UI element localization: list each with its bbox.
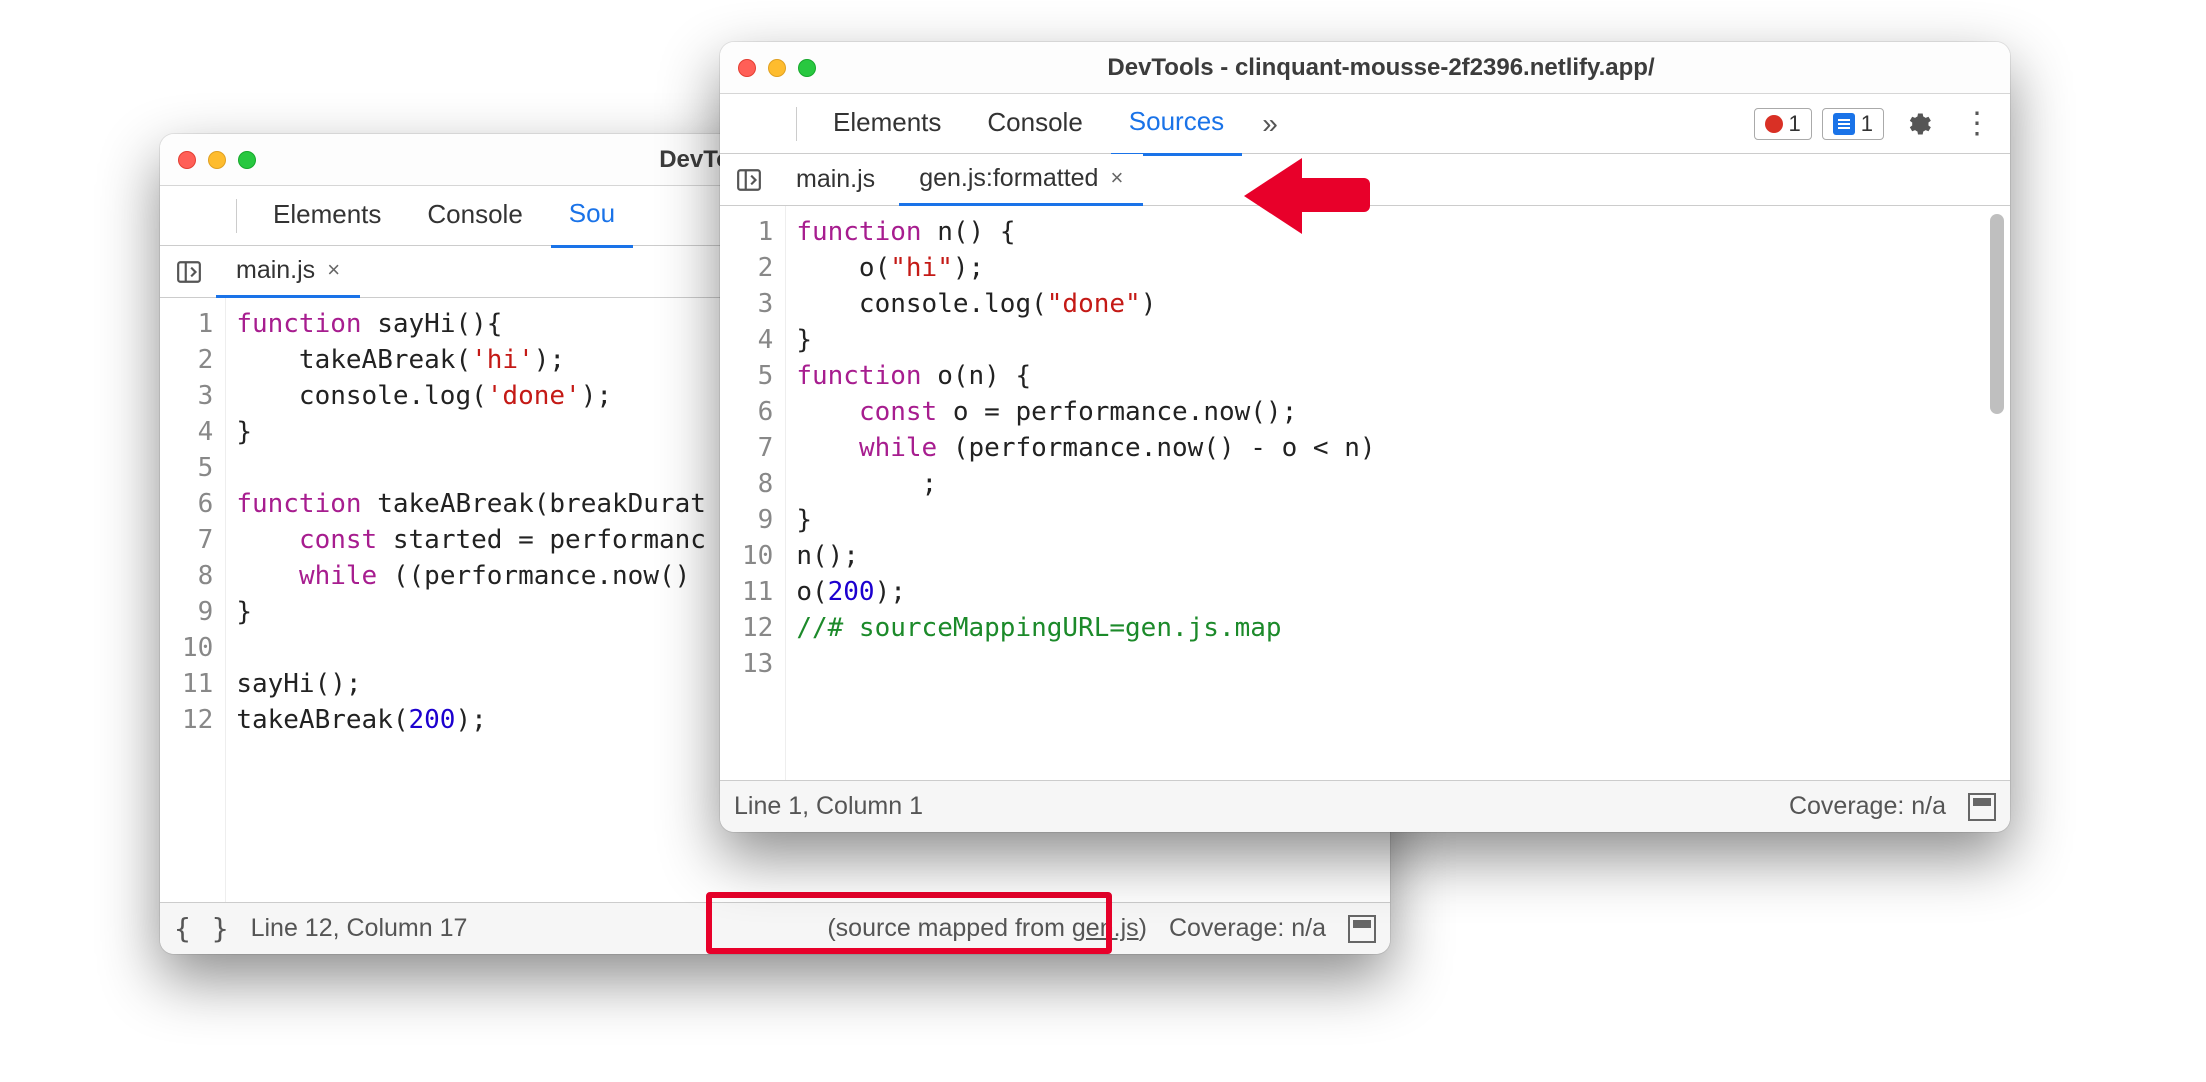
navigator-toggle-icon[interactable] bbox=[166, 253, 212, 291]
device-toggle-icon[interactable] bbox=[198, 210, 218, 222]
sidebar-toggle-icon[interactable] bbox=[1348, 915, 1376, 943]
sidebar-toggle-icon[interactable] bbox=[1968, 793, 1996, 821]
tab-sources[interactable]: Sou bbox=[551, 184, 633, 248]
close-tab-icon[interactable]: × bbox=[327, 257, 340, 283]
error-badge[interactable]: 1 bbox=[1754, 108, 1812, 140]
file-tab-main-js[interactable]: main.js bbox=[776, 155, 895, 204]
tab-console[interactable]: Console bbox=[969, 93, 1100, 154]
inspect-icon[interactable] bbox=[168, 210, 188, 222]
close-tab-icon[interactable]: × bbox=[1110, 165, 1123, 191]
navigator-toggle-icon[interactable] bbox=[726, 161, 772, 199]
file-tab-main-js[interactable]: main.js × bbox=[216, 246, 360, 298]
error-count: 1 bbox=[1789, 111, 1801, 137]
window-traffic-lights[interactable] bbox=[738, 59, 816, 77]
cursor-position: Line 12, Column 17 bbox=[251, 914, 468, 943]
minimize-window-icon[interactable] bbox=[768, 59, 786, 77]
window-traffic-lights[interactable] bbox=[178, 151, 256, 169]
devtools-window-front: DevTools - clinquant-mousse-2f2396.netli… bbox=[720, 42, 2010, 832]
maximize-window-icon[interactable] bbox=[238, 151, 256, 169]
code-content[interactable]: function n() { o("hi"); console.log("don… bbox=[786, 206, 2010, 780]
minimize-window-icon[interactable] bbox=[208, 151, 226, 169]
scrollbar-thumb[interactable] bbox=[1990, 214, 2004, 414]
kebab-menu-icon[interactable]: ⋮ bbox=[1952, 100, 2002, 147]
coverage-info: Coverage: n/a bbox=[1789, 792, 1946, 821]
close-window-icon[interactable] bbox=[178, 151, 196, 169]
status-bar: Line 1, Column 1 Coverage: n/a bbox=[720, 780, 2010, 832]
pretty-print-icon[interactable]: { } bbox=[174, 912, 231, 945]
maximize-window-icon[interactable] bbox=[798, 59, 816, 77]
more-tabs-icon[interactable]: » bbox=[1252, 102, 1290, 146]
inspect-icon[interactable] bbox=[728, 118, 748, 130]
device-toggle-icon[interactable] bbox=[758, 118, 778, 130]
scrollbar[interactable] bbox=[1988, 206, 2006, 780]
error-icon bbox=[1765, 115, 1783, 133]
line-gutter: 1 2 3 4 5 6 7 8 9 10 11 12 bbox=[160, 298, 226, 902]
separator bbox=[796, 107, 797, 141]
panel-toolbar: Elements Console Sources » 1 1 ⋮ bbox=[720, 94, 2010, 154]
file-tab-label: gen.js:formatted bbox=[919, 164, 1098, 193]
file-tab-label: main.js bbox=[236, 256, 315, 285]
close-window-icon[interactable] bbox=[738, 59, 756, 77]
tab-elements[interactable]: Elements bbox=[815, 93, 959, 154]
separator bbox=[236, 199, 237, 233]
cursor-position: Line 1, Column 1 bbox=[734, 792, 923, 821]
coverage-info: Coverage: n/a bbox=[1169, 914, 1326, 943]
line-gutter: 1 2 3 4 5 6 7 8 9 10 11 12 13 bbox=[720, 206, 786, 780]
annotation-highlight-box bbox=[706, 892, 1112, 954]
window-title: DevTools - clinquant-mousse-2f2396.netli… bbox=[830, 54, 1992, 82]
tab-console[interactable]: Console bbox=[409, 185, 540, 246]
file-tab-gen-js-formatted[interactable]: gen.js:formatted × bbox=[899, 154, 1143, 206]
message-badge[interactable]: 1 bbox=[1822, 108, 1884, 140]
file-tab-label: main.js bbox=[796, 165, 875, 194]
titlebar: DevTools - clinquant-mousse-2f2396.netli… bbox=[720, 42, 2010, 94]
message-icon bbox=[1833, 113, 1855, 135]
message-count: 1 bbox=[1861, 111, 1873, 137]
tab-sources[interactable]: Sources bbox=[1111, 92, 1242, 156]
settings-icon[interactable] bbox=[1894, 104, 1942, 144]
code-editor[interactable]: 1 2 3 4 5 6 7 8 9 10 11 12 13 function n… bbox=[720, 206, 2010, 780]
tab-elements[interactable]: Elements bbox=[255, 185, 399, 246]
